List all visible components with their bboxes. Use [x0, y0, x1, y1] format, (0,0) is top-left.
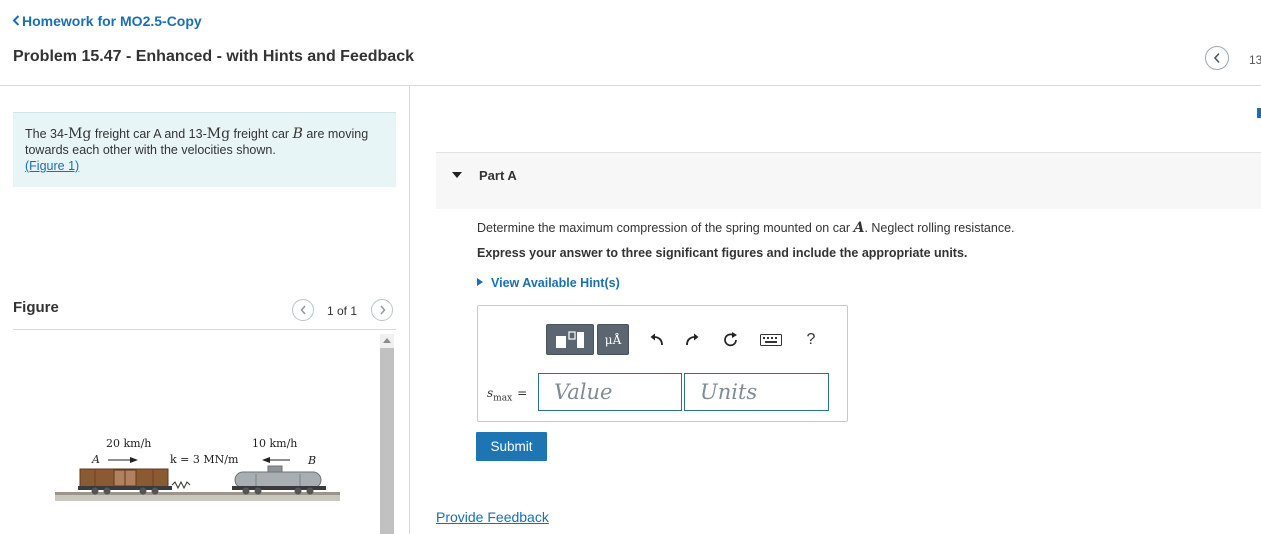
units-button[interactable]: μÅ [597, 324, 629, 355]
templates-button[interactable] [546, 324, 594, 355]
redo-icon [686, 333, 699, 346]
back-link-label: Homework for MO2.5-Copy [22, 13, 202, 29]
answer-instruction: Express your answer to three significant… [477, 246, 968, 260]
velocity-b-label: 10 km/h [252, 437, 297, 450]
question-text-pre: Determine the maximum compression of the… [477, 221, 854, 235]
previous-problem-button[interactable] [1205, 46, 1229, 70]
car-b-symbol: B [292, 126, 303, 142]
provide-feedback-link[interactable]: Provide Feedback [436, 509, 549, 525]
figure-1-link[interactable]: (Figure 1) [25, 159, 79, 173]
question-text-post: . Neglect rolling resistance. [864, 221, 1015, 235]
value-input[interactable] [538, 373, 682, 411]
car-a-label: A [91, 453, 100, 466]
view-hints-toggle[interactable]: View Available Hint(s) [477, 276, 620, 290]
scrollbar-thumb[interactable] [380, 348, 394, 534]
part-a-header[interactable] [436, 152, 1261, 209]
units-button-label: μÅ [604, 332, 622, 347]
chevron-left-icon [12, 13, 20, 29]
car-b-label: B [307, 454, 316, 467]
header-divider [0, 85, 1261, 86]
side-marker [1257, 108, 1261, 118]
velocity-a-label: 20 km/h [106, 437, 151, 450]
chevron-left-icon [1213, 52, 1220, 64]
statement-text: The 34- [25, 127, 69, 141]
spring-constant-label: k = 3 MN/m [170, 453, 239, 466]
templates-icon [556, 330, 584, 348]
chevron-right-icon [379, 305, 385, 315]
undo-icon [650, 333, 663, 346]
next-figure-button[interactable] [371, 299, 393, 321]
freight-cars-figure: 20 km/h 10 km/h A B k = 3 MN/m [55, 437, 340, 501]
part-a-title[interactable]: Part A [479, 168, 517, 183]
help-icon: ? [806, 331, 816, 348]
problem-nav-count: 13 [1249, 53, 1261, 67]
figure-heading: Figure [13, 299, 59, 316]
chevron-left-icon [300, 305, 306, 315]
answer-variable-label: smax = [487, 386, 527, 403]
caret-down-icon[interactable] [452, 172, 462, 178]
previous-figure-button[interactable] [292, 299, 314, 321]
car-a-symbol: A [853, 220, 865, 236]
unit-mg: Mg [206, 126, 231, 142]
units-input[interactable] [684, 373, 829, 411]
column-divider [409, 86, 410, 534]
equals-sign: = [517, 386, 528, 400]
unit-mg: Mg [68, 126, 92, 142]
figure-scrollbar[interactable] [380, 334, 394, 534]
submit-button[interactable]: Submit [476, 432, 547, 461]
reset-button[interactable] [720, 328, 742, 352]
keyboard-icon [760, 334, 782, 346]
undo-button[interactable] [646, 328, 668, 352]
redo-button[interactable] [681, 328, 703, 352]
statement-text: freight car A and 13- [91, 127, 207, 141]
reset-icon [724, 332, 737, 347]
hints-label: View Available Hint(s) [491, 276, 620, 290]
help-button[interactable]: ? [800, 328, 822, 352]
figure-divider [13, 329, 396, 330]
problem-title: Problem 15.47 - Enhanced - with Hints an… [13, 48, 414, 65]
figure-count: 1 of 1 [327, 304, 358, 318]
back-to-homework-link[interactable]: Homework for MO2.5-Copy [12, 13, 202, 29]
answer-var-subscript: max [493, 393, 513, 404]
statement-text: freight car [230, 127, 293, 141]
question-text: Determine the maximum compression of the… [477, 220, 1015, 236]
scroll-up-arrow-icon[interactable] [383, 338, 391, 343]
problem-statement: The 34-Mg freight car A and 13-Mg freigh… [13, 112, 396, 187]
caret-right-icon [477, 278, 483, 286]
keyboard-button[interactable] [758, 328, 784, 352]
